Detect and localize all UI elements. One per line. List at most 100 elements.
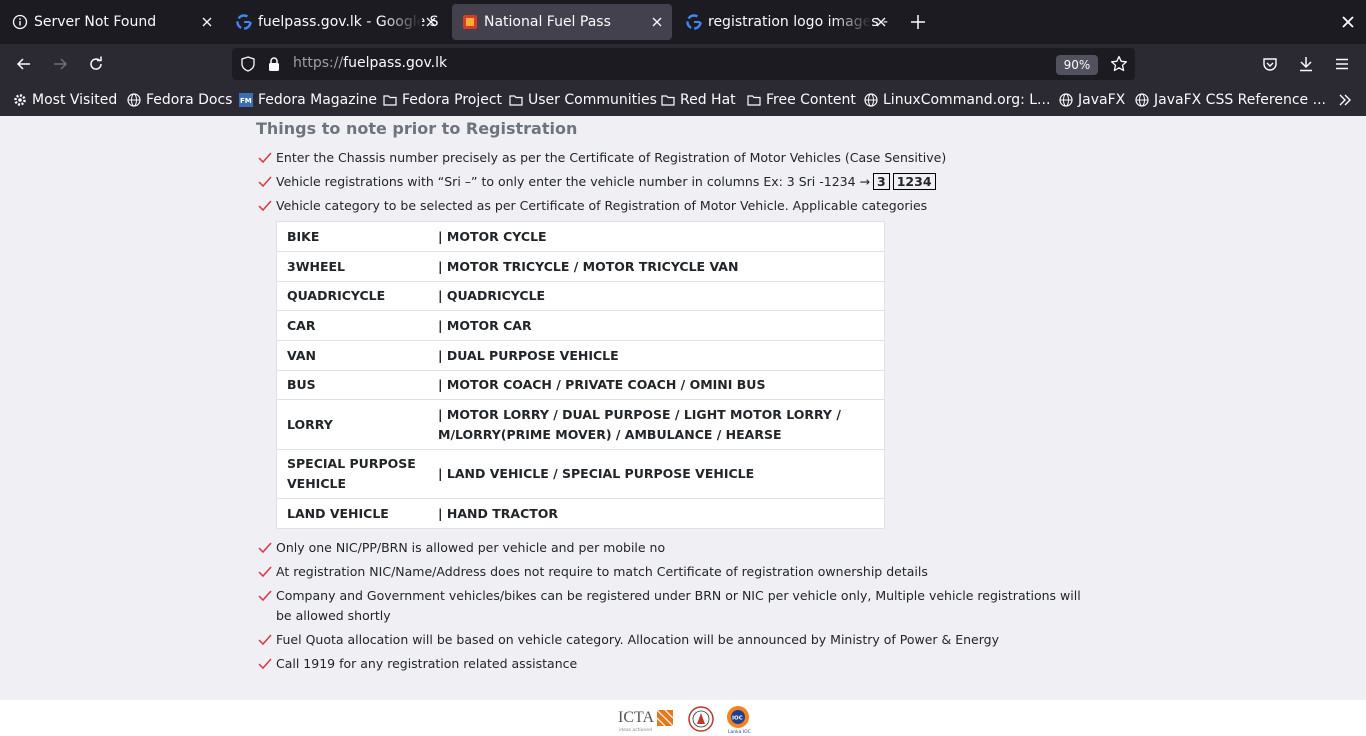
note-text: Only one NIC/PP/BRN is allowed per vehic… [276,540,666,555]
globe-icon [1134,92,1150,108]
check-icon [258,538,274,558]
note-text: Vehicle registrations with “Sri –” to on… [276,172,1098,192]
category-name: VAN [287,348,316,363]
new-tab-button[interactable] [906,10,930,34]
bookmark-fedora-docs[interactable]: Fedora Docs [126,90,232,110]
reload-icon [90,56,102,70]
category-description: | DUAL PURPOSE VEHICLE [438,348,619,363]
bookmarks-toolbar: Most Visited Fedora Docs FM Fedora Magaz… [0,84,1366,116]
bookmark-label: LinuxCommand.org: L... [883,92,1051,108]
gear-icon [12,92,28,108]
shield-icon[interactable] [240,56,256,76]
icta-logo: ICTA ideas actioned [617,704,675,734]
bookmark-free-content[interactable]: Free Content [746,90,856,110]
category-name: BIKE [287,229,320,244]
bookmark-label: JavaFX CSS Reference ... [1154,92,1326,108]
close-tab-icon[interactable] [198,13,216,31]
close-icon [1342,16,1354,28]
forward-arrow-icon [54,58,68,70]
note-text: Company and Government vehicles/bikes ca… [276,588,1081,623]
table-row: BIKE | MOTOR CYCLE [277,222,884,252]
note-text: Vehicle category to be selected as per C… [276,198,928,213]
check-icon [258,148,274,168]
bookmark-fedora-project[interactable]: Fedora Project [382,90,502,110]
zoom-level-button[interactable]: 90% [1056,55,1098,75]
bookmark-label: User Communities [528,92,657,108]
note-text: At registration NIC/Name/Address does no… [276,564,928,579]
close-tab-icon[interactable] [422,13,440,31]
check-icon [258,586,274,606]
address-bar[interactable]: https://fuelpass.gov.lk 90% [232,48,1135,80]
note-item: Vehicle registrations with “Sri –” to on… [258,172,1098,192]
category-description: | LAND VEHICLE / SPECIAL PURPOSE VEHICLE [438,466,755,481]
reload-button[interactable] [84,52,108,76]
tab-title: National Fuel Pass [484,14,611,30]
bookmark-label: Fedora Magazine [258,92,377,108]
note-text-content: Vehicle registrations with “Sri –” to on… [276,174,871,189]
note-item: Enter the Chassis number precisely as pe… [258,148,1098,168]
tab-server-not-found[interactable]: Server Not Found [2,4,222,40]
navigation-toolbar: https://fuelpass.gov.lk 90% [0,44,1366,84]
svg-text:Lanka IOC: Lanka IOC [728,729,751,734]
tab-national-fuel-pass[interactable]: National Fuel Pass [452,4,672,40]
bookmark-red-hat[interactable]: Red Hat [660,90,736,110]
tab-bar: Server Not Found fuelpass.gov.lk - Googl… [0,0,1366,44]
category-name: BUS [287,377,316,392]
table-row: VAN | DUAL PURPOSE VEHICLE [277,341,884,371]
hamburger-menu-icon [1336,58,1348,70]
note-item: Company and Government vehicles/bikes ca… [258,586,1098,626]
bookmark-javafx-css-reference[interactable]: JavaFX CSS Reference ... [1134,90,1326,110]
check-icon [258,562,274,582]
page-heading: Things to note prior to Registration [256,119,578,138]
note-text: Call 1919 for any registration related a… [276,656,578,671]
menu-button[interactable] [1330,52,1354,76]
bookmark-user-communities[interactable]: User Communities [508,90,657,110]
table-row: LORRY | MOTOR LORRY / DUAL PURPOSE / LIG… [277,400,884,450]
bookmark-label: Fedora Docs [146,92,233,108]
folder-icon [660,92,676,108]
note-item: Vehicle category to be selected as per C… [258,196,1098,216]
category-name: SPECIAL PURPOSE VEHICLE [287,456,416,491]
table-row: BUS | MOTOR COACH / PRIVATE COACH / OMIN… [277,371,884,400]
bookmark-most-visited[interactable]: Most Visited [12,90,117,110]
bookmark-javafx[interactable]: JavaFX [1058,90,1125,110]
fuelpass-icon [462,14,478,30]
url-text[interactable]: https://fuelpass.gov.lk [293,55,447,71]
svg-text:FM: FM [240,97,252,105]
tab-google-search[interactable]: fuelpass.gov.lk - Google S [226,4,446,40]
bookmark-linuxcommand[interactable]: LinuxCommand.org: L... [863,90,1050,110]
bookmark-star-icon[interactable] [1110,55,1128,77]
close-tab-icon[interactable] [648,13,666,31]
category-description: | MOTOR LORRY / DUAL PURPOSE / LIGHT MOT… [438,407,841,442]
category-name: LAND VEHICLE [287,506,389,521]
bookmark-label: Red Hat [680,92,736,108]
downloads-button[interactable] [1294,52,1318,76]
table-row: CAR | MOTOR CAR [277,311,884,341]
category-name: 3WHEEL [287,259,345,274]
close-tab-icon[interactable] [872,13,890,31]
check-icon [258,630,274,650]
svg-text:ideas actioned: ideas actioned [619,727,652,733]
forward-button[interactable] [48,52,72,76]
example-box: 3 [873,173,890,190]
tab-title: Server Not Found [34,14,157,30]
lock-icon[interactable] [266,56,282,76]
google-icon [236,14,252,30]
window-close-button[interactable] [1336,10,1360,34]
info-icon [12,14,28,30]
pocket-button[interactable] [1258,52,1282,76]
download-icon [1300,57,1312,72]
note-item: At registration NIC/Name/Address does no… [258,562,1098,582]
lanka-ioc-logo: IOC Lanka IOC [725,704,751,735]
page-content: Things to note prior to Registration Ent… [0,116,1366,700]
vehicle-category-table: BIKE | MOTOR CYCLE 3WHEEL | MOTOR TRICYC… [276,221,885,529]
double-chevron-right-icon [1339,94,1351,106]
tab-registration-logo-images[interactable]: registration logo images - [676,4,896,40]
bookmark-fedora-magazine[interactable]: FM Fedora Magazine [238,90,377,110]
category-name: CAR [287,318,316,333]
bookmarks-overflow-button[interactable] [1338,90,1352,110]
category-name: LORRY [287,417,333,432]
back-button[interactable] [12,52,36,76]
google-icon [686,14,702,30]
note-text: Enter the Chassis number precisely as pe… [276,150,947,165]
